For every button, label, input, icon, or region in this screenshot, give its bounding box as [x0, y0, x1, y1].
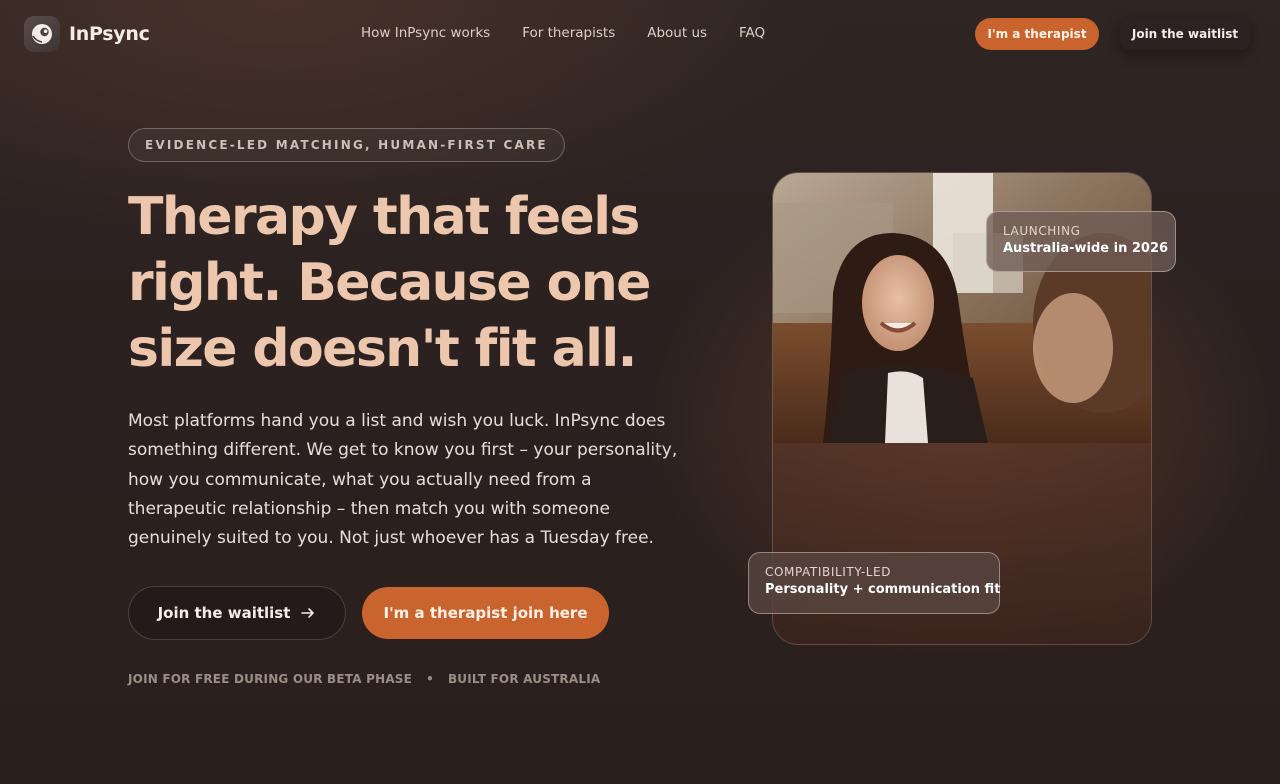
- footnote-separator: •: [426, 672, 434, 686]
- hero-description: Most platforms hand you a list and wish …: [128, 411, 678, 549]
- compatibility-badge: COMPATIBILITY-LED Personality + communic…: [748, 552, 1000, 614]
- therapist-nav-button[interactable]: I'm a therapist: [975, 18, 1099, 50]
- arrow-right-icon: [301, 608, 315, 618]
- brand-name: InPsync: [69, 23, 150, 45]
- therapist-join-button[interactable]: I'm a therapist join here: [362, 587, 609, 639]
- launch-badge-text: Australia-wide in 2026: [1003, 241, 1169, 256]
- swirl-logo-icon: [24, 16, 60, 52]
- brand-logo[interactable]: InPsync: [24, 16, 150, 52]
- compatibility-badge-text: Personality + communication fit: [765, 582, 1001, 597]
- nav-link-faq[interactable]: FAQ: [739, 25, 765, 41]
- hero-footnote: JOIN FOR FREE DURING OUR BETA PHASE • BU…: [128, 672, 600, 686]
- launch-badge: LAUNCHING Australia-wide in 2026: [986, 211, 1176, 272]
- compatibility-badge-kicker: COMPATIBILITY-LED: [765, 565, 892, 579]
- hero-tagline-pill: EVIDENCE-LED MATCHING, HUMAN-FIRST CARE: [128, 128, 565, 162]
- nav-link-for-therapists[interactable]: For therapists: [522, 25, 615, 41]
- australia-note: BUILT FOR AUSTRALIA: [447, 672, 601, 686]
- top-nav: InPsync How InPsync works For therapists…: [0, 0, 1280, 68]
- join-waitlist-nav-button[interactable]: Join the waitlist: [1120, 18, 1250, 50]
- nav-links: How InPsync works For therapists About u…: [361, 25, 765, 41]
- nav-link-about-us[interactable]: About us: [647, 25, 707, 41]
- join-waitlist-button[interactable]: Join the waitlist: [128, 586, 346, 640]
- hero-headline: Therapy that feels right. Because one si…: [128, 187, 651, 379]
- launch-badge-kicker: LAUNCHING: [1003, 224, 1081, 238]
- nav-link-how-it-works[interactable]: How InPsync works: [361, 25, 490, 41]
- join-waitlist-label: Join the waitlist: [157, 604, 291, 622]
- beta-note: JOIN FOR FREE DURING OUR BETA PHASE: [128, 672, 413, 686]
